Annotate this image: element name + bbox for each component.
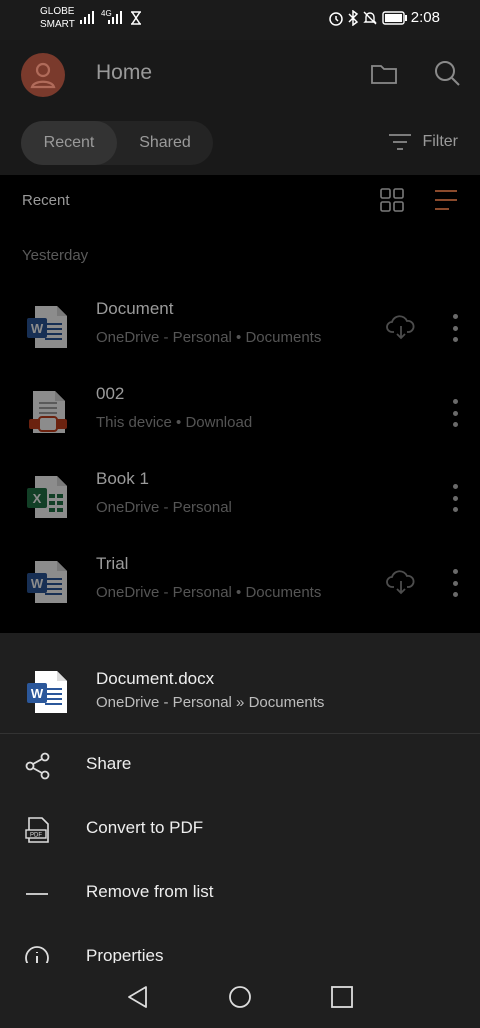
file-name: Book 1 <box>96 469 149 488</box>
recent-shared-toggle: Recent Shared <box>21 121 213 165</box>
grid-view-icon[interactable] <box>379 187 405 213</box>
filter-button[interactable]: Filter <box>388 132 458 152</box>
action-label: Share <box>86 754 132 773</box>
action-convert-to-pdf[interactable]: PDF Convert to PDF <box>0 798 480 862</box>
action-properties[interactable]: Properties <box>0 926 480 963</box>
excel-file-icon: X <box>27 476 67 518</box>
alarm-icon <box>329 12 343 26</box>
action-share[interactable]: Share <box>0 734 480 798</box>
svg-text:W: W <box>31 686 44 701</box>
tab-shared[interactable]: Shared <box>117 121 213 165</box>
list-view-icon[interactable] <box>433 187 459 213</box>
more-options-icon[interactable] <box>446 314 464 342</box>
pdf-convert-icon: PDF <box>25 817 49 843</box>
svg-text:W: W <box>31 321 44 336</box>
filter-label: Filter <box>422 133 458 150</box>
more-options-icon[interactable] <box>446 569 464 597</box>
file-name: Document <box>96 299 174 318</box>
action-label: Properties <box>86 946 164 963</box>
more-options-icon[interactable] <box>446 399 464 427</box>
file-location: This device • Download <box>96 414 253 431</box>
file-name: 002 <box>96 384 125 403</box>
mute-bell-icon <box>363 11 377 25</box>
file-location: OneDrive - Personal <box>96 499 232 516</box>
page-title: Home <box>96 61 153 84</box>
pdf-file-icon <box>29 391 67 433</box>
action-label: Convert to PDF <box>86 818 204 837</box>
svg-text:X: X <box>33 491 42 506</box>
battery-icon <box>382 11 407 25</box>
date-group-label: Yesterday <box>22 247 89 264</box>
file-actions-sheet: W Document.docx OneDrive - Personal » Do… <box>0 633 480 963</box>
sheet-file-name: Document.docx <box>96 669 215 688</box>
info-icon <box>25 946 49 963</box>
person-icon <box>30 62 56 89</box>
file-name: Trial <box>96 554 129 573</box>
signal-icon-2 <box>108 11 122 24</box>
hourglass-icon <box>131 11 141 25</box>
recents-icon[interactable] <box>330 985 354 1009</box>
word-file-icon: W <box>27 561 67 603</box>
file-row-document[interactable]: W Document OneDrive - Personal • Documen… <box>0 286 480 371</box>
cloud-download-icon[interactable] <box>386 314 416 340</box>
filter-icon <box>389 134 412 150</box>
action-label: Remove from list <box>86 882 214 901</box>
more-options-icon[interactable] <box>446 484 464 512</box>
search-icon[interactable] <box>432 58 462 88</box>
avatar[interactable] <box>21 53 65 97</box>
svg-text:W: W <box>31 576 44 591</box>
svg-text:PDF: PDF <box>30 833 42 839</box>
file-row-002[interactable]: 002 This device • Download <box>0 371 480 456</box>
word-file-icon: W <box>27 671 67 713</box>
tab-recent[interactable]: Recent <box>21 121 117 165</box>
sheet-header: W Document.docx OneDrive - Personal » Do… <box>0 633 480 734</box>
word-file-icon: W <box>27 306 67 348</box>
section-title: Recent <box>22 192 70 209</box>
signal-icon <box>80 11 94 24</box>
file-row-trial[interactable]: W Trial OneDrive - Personal • Documents <box>0 541 480 626</box>
bluetooth-icon <box>348 10 359 26</box>
clock-time: 2:08 <box>410 9 440 26</box>
carrier-label: GLOBE SMART <box>40 6 75 30</box>
file-location: OneDrive - Personal • Documents <box>96 584 322 601</box>
minus-icon <box>26 893 48 895</box>
action-remove-from-list[interactable]: Remove from list <box>0 862 480 926</box>
status-bar: GLOBE SMART 4G 2:08 <box>0 0 480 40</box>
sheet-file-location: OneDrive - Personal » Documents <box>96 694 325 711</box>
cloud-download-icon[interactable] <box>386 569 416 595</box>
share-icon <box>25 752 50 780</box>
folder-icon[interactable] <box>369 58 399 88</box>
home-icon[interactable] <box>228 985 252 1009</box>
system-nav-bar <box>0 963 480 1028</box>
back-icon[interactable] <box>126 985 150 1009</box>
file-location: OneDrive - Personal • Documents <box>96 329 322 346</box>
file-row-book-1[interactable]: X Book 1 OneDrive - Personal <box>0 456 480 541</box>
